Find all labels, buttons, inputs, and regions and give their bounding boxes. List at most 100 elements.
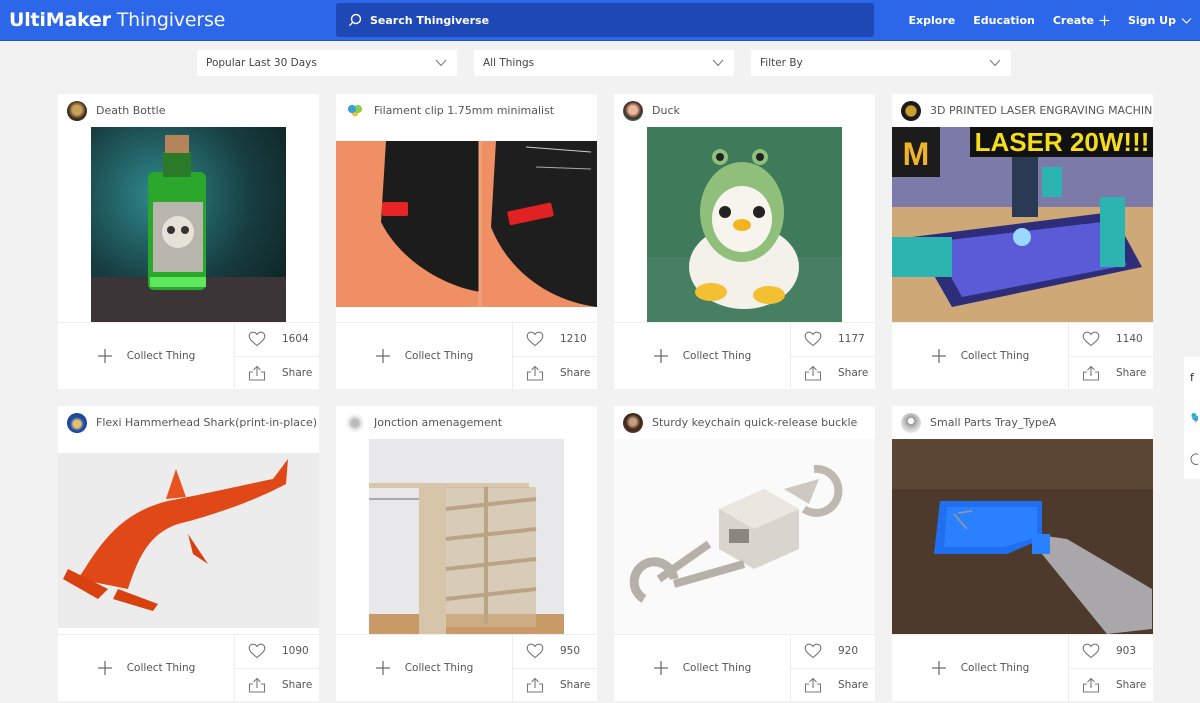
thing-card: Small Parts Tray_TypeA Collect Thing 903… — [892, 406, 1153, 701]
collect-thing-button[interactable]: Collect Thing — [614, 323, 791, 389]
creator-avatar[interactable] — [345, 100, 365, 121]
like-button[interactable]: 1604 — [235, 323, 319, 357]
like-button[interactable]: 1177 — [791, 323, 875, 357]
thing-thumbnail[interactable] — [614, 127, 875, 322]
search-input[interactable]: Search Thingiverse — [336, 3, 874, 37]
thing-thumbnail[interactable] — [336, 127, 597, 322]
nav-explore[interactable]: Explore — [909, 14, 956, 27]
thumbnail-image — [336, 127, 597, 322]
thing-card: 3D PRINTED LASER ENGRAVING MACHINE M LAS… — [892, 94, 1153, 389]
collect-thing-button[interactable]: Collect Thing — [336, 323, 513, 389]
creator-avatar[interactable] — [67, 412, 87, 433]
creator-avatar[interactable] — [623, 100, 643, 121]
image-banner-text: LASER 20W!!! — [975, 127, 1150, 157]
thing-title[interactable]: Death Bottle — [96, 104, 166, 117]
share-button[interactable]: Share — [791, 669, 875, 702]
facebook-icon[interactable]: f — [1190, 371, 1198, 384]
thumbnail-image — [614, 439, 875, 634]
thing-thumbnail[interactable]: M LASER 20W!!! — [892, 127, 1153, 322]
heart-icon — [804, 331, 822, 347]
plus-icon — [1099, 15, 1110, 26]
thing-thumbnail[interactable] — [336, 439, 597, 634]
filter-by-dropdown[interactable]: Filter By — [751, 50, 1011, 76]
search-icon — [349, 13, 362, 27]
collect-label: Collect Thing — [682, 350, 752, 362]
like-count: 1177 — [838, 333, 865, 346]
collect-thing-button[interactable]: Collect Thing — [336, 635, 513, 701]
share-label: Share — [560, 678, 591, 691]
creator-avatar[interactable] — [67, 100, 87, 121]
creator-avatar[interactable] — [901, 100, 921, 121]
share-icon — [526, 677, 544, 693]
heart-icon — [248, 643, 266, 659]
thing-thumbnail[interactable] — [614, 439, 875, 634]
thing-title[interactable]: Flexi Hammerhead Shark(print-in-place) — [96, 416, 317, 429]
like-button[interactable]: 950 — [513, 635, 597, 669]
creator-avatar[interactable] — [345, 412, 365, 433]
heart-icon — [1082, 643, 1100, 659]
thing-thumbnail[interactable] — [892, 439, 1153, 634]
share-button[interactable]: Share — [791, 357, 875, 390]
plus-icon — [931, 661, 946, 675]
plus-icon — [97, 349, 112, 363]
share-button[interactable]: Share — [235, 357, 319, 390]
share-button[interactable]: Share — [513, 357, 597, 390]
plus-icon — [653, 661, 668, 675]
thumbnail-image — [892, 439, 1153, 634]
thing-title[interactable]: Small Parts Tray_TypeA — [930, 416, 1056, 429]
collect-label: Collect Thing — [126, 662, 196, 674]
nav-sign-up[interactable]: Sign Up — [1128, 14, 1192, 27]
share-button[interactable]: Share — [235, 669, 319, 702]
heart-icon — [248, 331, 266, 347]
collect-thing-button[interactable]: Collect Thing — [614, 635, 791, 701]
thingiverse-logo[interactable]: UltiMaker Thingiverse — [9, 9, 225, 31]
category-dropdown[interactable]: All Things — [474, 50, 734, 76]
chevron-down-icon — [435, 59, 447, 67]
thing-title[interactable]: 3D PRINTED LASER ENGRAVING MACHINE — [930, 104, 1153, 117]
plus-icon — [653, 349, 668, 363]
sort-dropdown[interactable]: Popular Last 30 Days — [197, 50, 457, 76]
collect-thing-button[interactable]: Collect Thing — [892, 323, 1069, 389]
collect-label: Collect Thing — [682, 662, 752, 674]
thing-title[interactable]: Filament clip 1.75mm minimalist — [374, 104, 554, 117]
top-navigation-bar: UltiMaker Thingiverse Search Thingiverse… — [0, 0, 1200, 41]
like-button[interactable]: 1210 — [513, 323, 597, 357]
like-button[interactable]: 920 — [791, 635, 875, 669]
collect-label: Collect Thing — [960, 662, 1030, 674]
brand-bold: UltiMaker — [9, 9, 111, 31]
thing-title[interactable]: Jonction amenagement — [374, 416, 502, 429]
search-placeholder: Search Thingiverse — [370, 13, 490, 27]
plus-icon — [931, 349, 946, 363]
creator-avatar[interactable] — [623, 412, 643, 433]
share-button[interactable]: Share — [1069, 357, 1153, 390]
share-label: Share — [1116, 678, 1147, 691]
like-button[interactable]: 903 — [1069, 635, 1153, 669]
share-button[interactable]: Share — [513, 669, 597, 702]
nav-sign-up-label: Sign Up — [1127, 14, 1176, 27]
like-count: 1604 — [282, 333, 309, 346]
nav-education[interactable]: Education — [973, 14, 1035, 27]
thing-title[interactable]: Sturdy keychain quick-release buckle — [652, 416, 857, 429]
twitter-icon[interactable]: 🐦 — [1190, 411, 1198, 424]
thing-thumbnail[interactable] — [58, 127, 319, 322]
creator-avatar[interactable] — [901, 412, 921, 433]
thing-card: Filament clip 1.75mm minimalist Collect … — [336, 94, 597, 389]
collect-thing-button[interactable]: Collect Thing — [58, 635, 235, 701]
thing-thumbnail[interactable] — [58, 439, 319, 634]
thing-card: Jonction amenagement Collect Thing 950 S… — [336, 406, 597, 701]
share-icon — [804, 365, 822, 381]
like-count: 1140 — [1116, 333, 1143, 346]
collect-thing-button[interactable]: Collect Thing — [58, 323, 235, 389]
category-dropdown-value: All Things — [483, 57, 535, 69]
main-nav: Explore Education Create Sign Up — [909, 0, 1192, 41]
whatsapp-icon[interactable]: ◯ — [1190, 452, 1198, 465]
collect-label: Collect Thing — [404, 662, 474, 674]
like-button[interactable]: 1090 — [235, 635, 319, 669]
thing-title[interactable]: Duck — [652, 104, 680, 117]
collect-thing-button[interactable]: Collect Thing — [892, 635, 1069, 701]
share-button[interactable]: Share — [1069, 669, 1153, 702]
share-icon — [248, 677, 266, 693]
like-count: 950 — [560, 645, 581, 658]
like-button[interactable]: 1140 — [1069, 323, 1153, 357]
nav-create[interactable]: Create — [1053, 14, 1110, 27]
